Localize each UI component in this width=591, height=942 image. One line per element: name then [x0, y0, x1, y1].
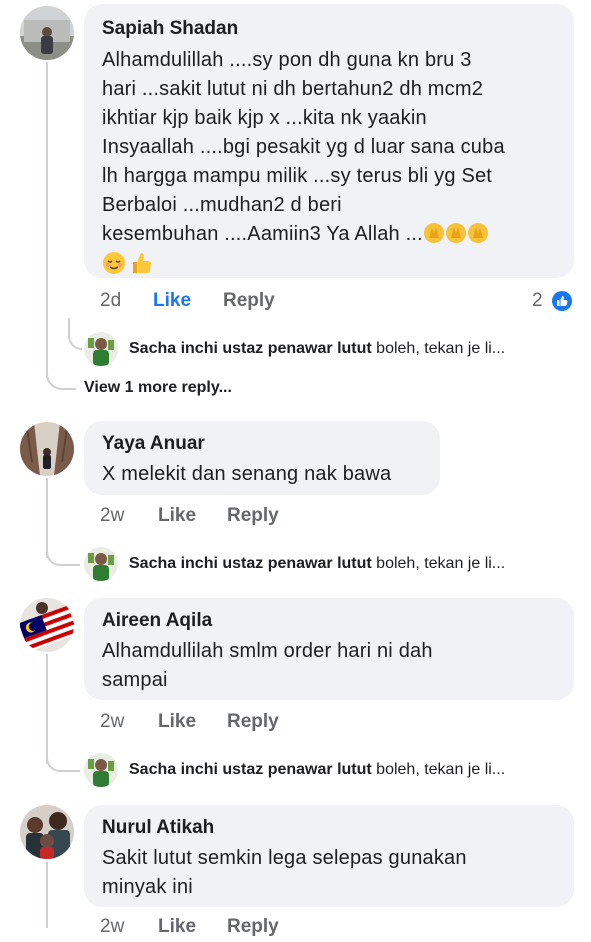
like-button[interactable]: Like	[158, 916, 196, 938]
like-reaction-icon	[552, 291, 572, 317]
thread-line	[46, 862, 48, 928]
comment-time[interactable]: 2d	[100, 290, 121, 312]
comment-bubble: Yaya Anuar X melekit dan senang nak bawa	[84, 421, 440, 495]
folded-hands-icon	[467, 222, 489, 244]
reply-preview[interactable]: Sacha inchi ustaz penawar lutut boleh, t…	[129, 555, 505, 573]
avatar-sapiah-shadan[interactable]	[20, 6, 74, 60]
comment-actions: 2d Like Reply 2	[100, 290, 580, 316]
group-photo-avatar-icon	[20, 805, 74, 859]
comment-author[interactable]: Nurul Atikah	[102, 815, 558, 841]
avatar-photo-icon	[20, 422, 74, 476]
folded-hands-icon	[445, 222, 467, 244]
avatar-sacha-inchi[interactable]	[84, 547, 118, 581]
comment-text: Alhamdulillah ....sy pon dh guna kn bru …	[102, 49, 505, 245]
comment-actions: 2w Like Reply	[100, 916, 400, 942]
comment-actions: 2w Like Reply	[100, 711, 400, 737]
thread-line	[46, 62, 48, 378]
comment-text: Alhamdullilah smlm order hari ni dah sam…	[102, 640, 433, 691]
reply-button[interactable]: Reply	[223, 290, 275, 312]
comment-bubble: Sapiah Shadan Alhamdulillah ....sy pon d…	[84, 4, 574, 278]
avatar-yaya-anuar[interactable]	[20, 422, 74, 476]
reply-button[interactable]: Reply	[227, 916, 279, 938]
view-more-replies-link[interactable]: View 1 more reply...	[84, 379, 232, 397]
comment-author[interactable]: Sapiah Shadan	[102, 16, 558, 42]
thread-branch	[46, 534, 80, 566]
comment-text: X melekit dan senang nak bawa	[102, 463, 392, 485]
reply-author[interactable]: Sacha inchi ustaz penawar lutut	[129, 340, 372, 357]
comment-time[interactable]: 2w	[100, 711, 124, 733]
thumbs-up-icon	[130, 251, 154, 275]
reply-snippet: boleh, tekan je li...	[376, 555, 506, 572]
comment-time[interactable]: 2w	[100, 916, 124, 938]
comment-time[interactable]: 2w	[100, 505, 124, 527]
relieved-face-icon	[102, 251, 126, 275]
comment-bubble: Aireen Aqila Alhamdullilah smlm order ha…	[84, 598, 574, 700]
like-button[interactable]: Like	[158, 711, 196, 733]
comment-actions: 2w Like Reply	[100, 505, 400, 531]
emoji-row	[102, 251, 558, 276]
reply-snippet: boleh, tekan je li...	[376, 340, 506, 357]
comment-author[interactable]: Yaya Anuar	[102, 431, 424, 457]
reply-author[interactable]: Sacha inchi ustaz penawar lutut	[129, 555, 372, 572]
reply-preview[interactable]: Sacha inchi ustaz penawar lutut boleh, t…	[129, 340, 505, 358]
avatar-aireen-aqila[interactable]	[20, 598, 74, 652]
reaction-count[interactable]: 2	[532, 290, 543, 312]
like-button[interactable]: Like	[153, 290, 191, 312]
reply-button[interactable]: Reply	[227, 711, 279, 733]
avatar-sacha-inchi[interactable]	[84, 332, 118, 366]
like-button[interactable]: Like	[158, 505, 196, 527]
reply-preview[interactable]: Sacha inchi ustaz penawar lutut boleh, t…	[129, 761, 505, 779]
avatar-photo-icon	[20, 6, 74, 60]
avatar-sacha-inchi[interactable]	[84, 753, 118, 787]
thread-branch	[46, 740, 80, 772]
reply-button[interactable]: Reply	[227, 505, 279, 527]
folded-hands-icon	[423, 222, 445, 244]
reply-author[interactable]: Sacha inchi ustaz penawar lutut	[129, 761, 372, 778]
malaysia-flag-avatar-icon	[20, 598, 74, 652]
comment-author[interactable]: Aireen Aqila	[102, 608, 558, 634]
comment-bubble: Nurul Atikah Sakit lutut semkin lega sel…	[84, 805, 574, 907]
reply-snippet: boleh, tekan je li...	[376, 761, 506, 778]
thread-branch	[46, 364, 76, 390]
comment-text: Sakit lutut semkin lega selepas gunakan …	[102, 847, 467, 898]
avatar-nurul-atikah[interactable]	[20, 805, 74, 859]
thread-branch	[68, 318, 82, 350]
